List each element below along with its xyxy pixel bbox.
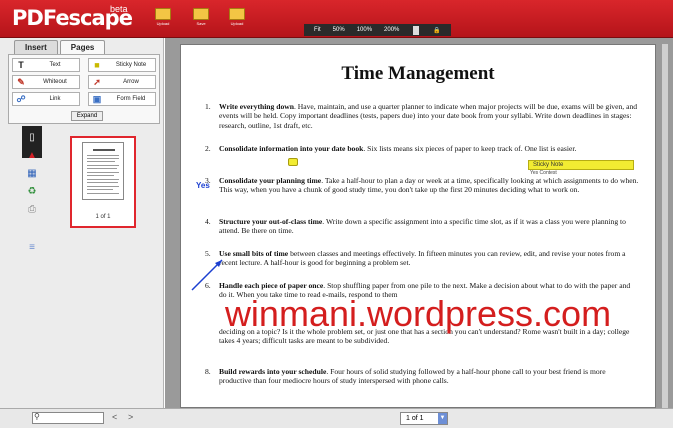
list-item: 8. Build rewards into your schedule. Fou… bbox=[205, 367, 606, 386]
zoom-toolbar: Fit 50% 100% 200% 🔒 bbox=[304, 24, 451, 36]
zoom-100-button[interactable]: 100% bbox=[351, 27, 378, 33]
chevron-down-icon[interactable]: ▼ bbox=[438, 413, 447, 424]
sticky-note-icon[interactable] bbox=[288, 158, 298, 166]
upload-button[interactable]: Upload bbox=[148, 8, 178, 26]
sticky-note-popup[interactable]: Sticky Note bbox=[528, 160, 634, 170]
save-button[interactable]: Save bbox=[186, 8, 216, 26]
beta-badge: beta bbox=[110, 4, 128, 14]
status-bar: ⚲ < > 1 of 1 ▼ bbox=[0, 408, 673, 428]
zoom-200-button[interactable]: 200% bbox=[378, 27, 405, 33]
tool-panel: Insert Pages T Text ■ Sticky Note ✎ Whit… bbox=[0, 38, 164, 408]
save-page-icon[interactable]: ▦ bbox=[24, 166, 40, 182]
prev-page-button[interactable]: < bbox=[112, 412, 117, 422]
insert-page-icon[interactable]: ▲ bbox=[24, 148, 40, 164]
list-item: 1. Write everything down. Have, maintain… bbox=[205, 102, 638, 130]
tab-pages[interactable]: Pages bbox=[59, 40, 106, 54]
list-item: 3. Consolidate your planning time. Take … bbox=[205, 176, 639, 195]
panel-tabs: Insert Pages bbox=[14, 40, 106, 54]
print-icon[interactable]: ⎙ bbox=[24, 202, 40, 218]
thumbnail-label: 1 of 1 bbox=[95, 214, 111, 220]
document-title: Time Management bbox=[341, 63, 495, 84]
zoom-50-button[interactable]: 50% bbox=[327, 27, 351, 33]
search-input[interactable] bbox=[32, 412, 104, 424]
tab-insert[interactable]: Insert bbox=[14, 40, 58, 54]
list-item: 2. Consolidate information into your dat… bbox=[205, 144, 577, 153]
sticky-note-actions[interactable]: Yes Contest bbox=[530, 170, 557, 176]
folder-save-icon bbox=[193, 8, 209, 20]
app-header: PDFescape beta Upload Save Upload Fit 50… bbox=[0, 0, 673, 38]
page-icon[interactable]: ▯ bbox=[24, 130, 40, 146]
list-item: 4. Structure your out-of-class time. Wri… bbox=[205, 217, 626, 236]
link-tool-button[interactable]: ☍ Link bbox=[12, 92, 80, 106]
text-annotation[interactable]: Yes bbox=[196, 181, 210, 190]
folder-upload-icon bbox=[229, 8, 245, 20]
next-page-button[interactable]: > bbox=[128, 412, 133, 422]
form-field-icon: ▣ bbox=[92, 94, 102, 104]
arrow-annotation[interactable] bbox=[188, 254, 228, 294]
upload-file-button[interactable]: Upload bbox=[222, 8, 252, 26]
form-field-tool-button[interactable]: ▣ Form Field bbox=[88, 92, 156, 106]
whiteout-tool-button[interactable]: ✎ Whiteout bbox=[12, 75, 80, 89]
pdf-page[interactable]: Time Management 1. Write everything down… bbox=[180, 44, 656, 408]
insert-tools: T Text ■ Sticky Note ✎ Whiteout ➚ Arrow … bbox=[8, 54, 160, 124]
watermark: winmani.wordpress.com bbox=[224, 293, 612, 334]
link-icon: ☍ bbox=[16, 94, 26, 104]
lock-icon[interactable]: 🔒 bbox=[427, 27, 446, 34]
arrow-tool-button[interactable]: ➚ Arrow bbox=[88, 75, 156, 89]
folder-open-icon bbox=[155, 8, 171, 20]
page-thumbnail[interactable]: 1 of 1 bbox=[70, 136, 136, 228]
whiteout-icon: ✎ bbox=[17, 77, 25, 87]
text-icon: T bbox=[18, 60, 24, 70]
vertical-scrollbar[interactable] bbox=[662, 44, 668, 408]
refresh-icon[interactable]: ♻ bbox=[24, 184, 40, 200]
sticky-note-tool-button[interactable]: ■ Sticky Note bbox=[88, 58, 156, 72]
arrow-icon: ➚ bbox=[93, 77, 101, 87]
text-tool-button[interactable]: T Text bbox=[12, 58, 80, 72]
list-item: 5. Use small bits of time between classe… bbox=[205, 249, 626, 268]
expand-button[interactable]: Expand bbox=[71, 111, 103, 121]
sticky-note-icon: ■ bbox=[94, 60, 100, 70]
thumbnail-page bbox=[82, 142, 124, 200]
search-icon: ⚲ bbox=[34, 412, 40, 421]
zoom-fit-button[interactable]: Fit bbox=[308, 27, 327, 33]
list-icon[interactable]: ≡ bbox=[24, 240, 40, 256]
text-cursor-icon[interactable] bbox=[413, 25, 420, 35]
